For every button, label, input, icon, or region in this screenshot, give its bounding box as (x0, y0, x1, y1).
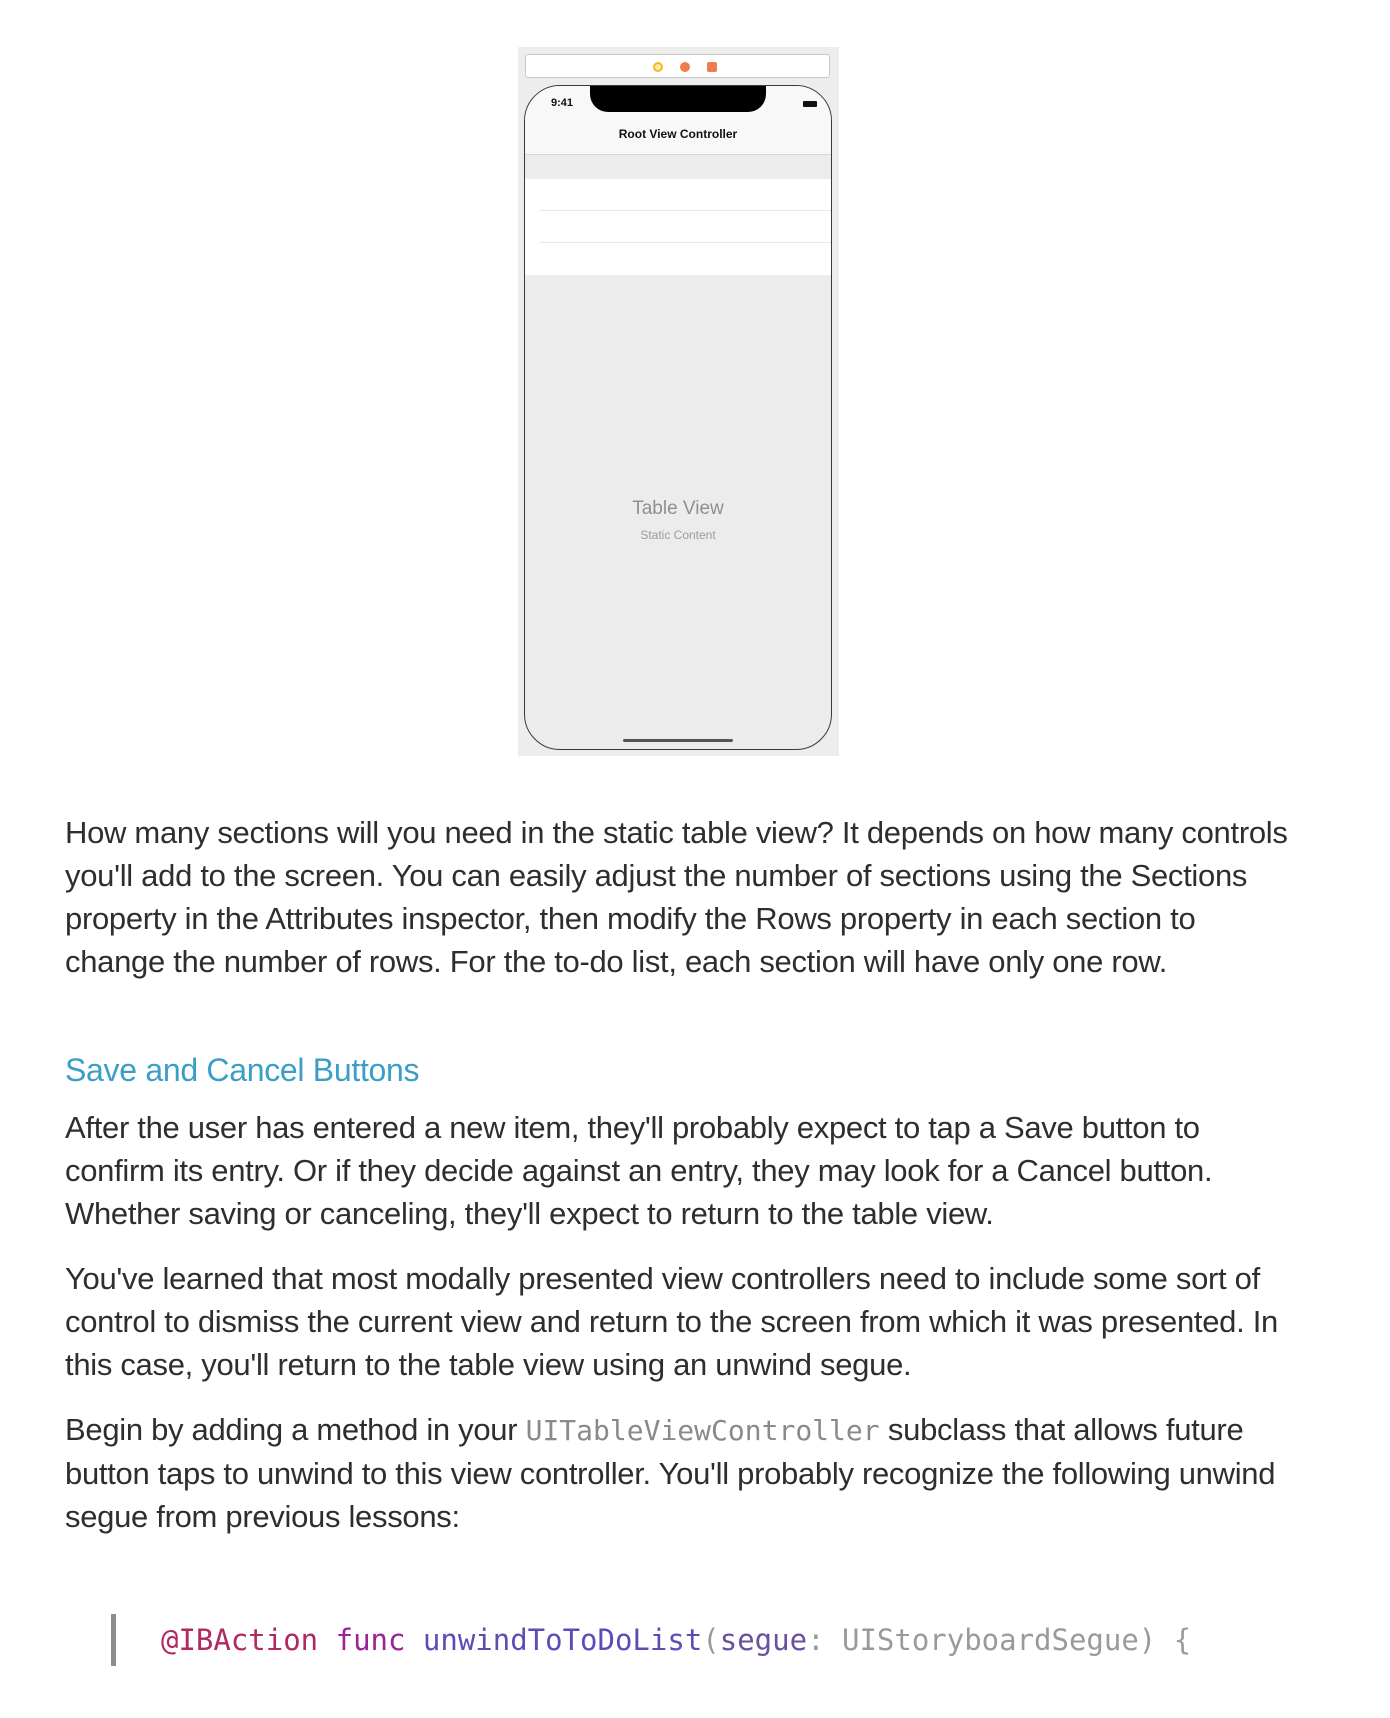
paragraph: After the user has entered a new item, t… (65, 1110, 1213, 1231)
code-function-name: unwindToToDoList (422, 1623, 703, 1657)
first-responder-icon (680, 62, 690, 72)
exit-icon (707, 62, 717, 72)
paragraph: Begin by adding a method in your UITable… (65, 1408, 1295, 1538)
code-attribute: @IBAction (161, 1623, 319, 1657)
inline-code: UITableViewController (525, 1414, 880, 1447)
code-keyword: func (335, 1623, 406, 1657)
table-view-sublabel: Static Content (640, 528, 716, 542)
code-punctuation: ) { (1138, 1623, 1192, 1657)
phone-frame: 9:41 Root View Controller Table View Sta… (524, 85, 832, 750)
home-indicator (623, 739, 733, 742)
code-type: UIStoryboardSegue (841, 1623, 1139, 1657)
section-heading: Save and Cancel Buttons (65, 1052, 420, 1088)
phone-notch (590, 86, 766, 112)
table-cell (539, 211, 831, 243)
table-cell (539, 179, 831, 211)
paragraph: You've learned that most modally present… (65, 1261, 1278, 1382)
code-parameter: segue (719, 1623, 808, 1657)
code-punctuation: : (807, 1623, 842, 1657)
navigation-bar: 9:41 Root View Controller (525, 86, 831, 155)
code-block: @IBAction func unwindToToDoList(segue: U… (111, 1614, 1191, 1666)
nav-title: Root View Controller (618, 127, 738, 141)
paragraph-text: Begin by adding a method in your (65, 1412, 526, 1447)
scene-dock (525, 54, 830, 78)
table-cell (539, 243, 831, 275)
status-time: 9:41 (551, 97, 574, 109)
code-punctuation: ( (702, 1623, 720, 1657)
view-controller-icon (653, 62, 663, 72)
table-view-label: Table View (632, 498, 724, 519)
battery-icon (803, 101, 817, 107)
paragraph: How many sections will you need in the s… (65, 815, 1288, 979)
static-cells (525, 179, 831, 275)
storyboard-figure: 9:41 Root View Controller Table View Sta… (518, 47, 839, 756)
